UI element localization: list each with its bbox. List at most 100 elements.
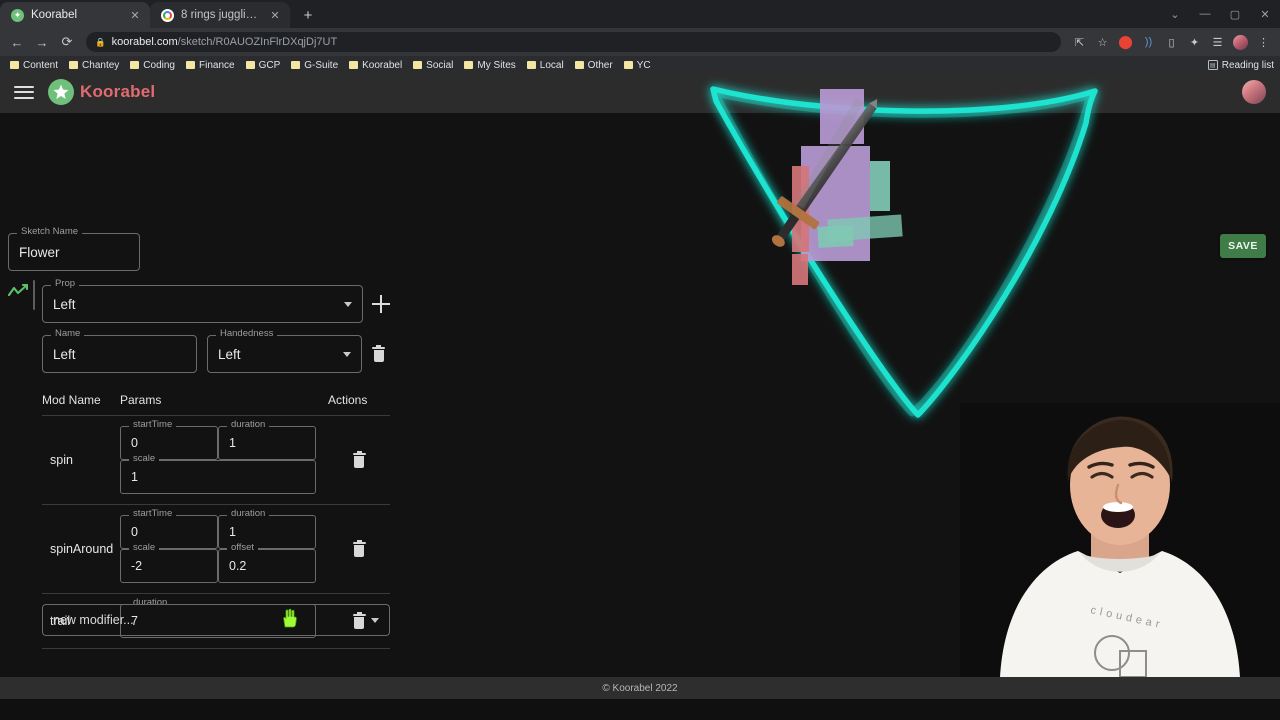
folder-icon — [185, 61, 195, 69]
prop-name-field[interactable]: Name Left — [42, 329, 197, 373]
tab-strip: Koorabel ✕ 8 rings juggling - Google Sea… — [0, 0, 1280, 28]
prop-name-input[interactable]: Left — [53, 347, 76, 362]
prop-panel: Prop Left Name Left Handedness Left Mod … — [42, 279, 390, 649]
bookmark-label: My Sites — [477, 59, 516, 71]
param-scale[interactable]: scale 1 — [120, 454, 316, 494]
bookmark-label: Chantey — [82, 59, 120, 71]
param-offset[interactable]: offset 0.2 — [218, 543, 316, 583]
folder-icon — [291, 61, 301, 69]
tab-koorabel[interactable]: Koorabel ✕ — [0, 2, 150, 28]
browser-window: Koorabel ✕ 8 rings juggling - Google Sea… — [0, 0, 1280, 720]
close-icon[interactable]: ✕ — [1250, 0, 1280, 28]
modifier-params: startTime 0 duration 1 scale 1 — [120, 420, 328, 494]
header-params: Params — [120, 393, 162, 407]
bookmark-item[interactable]: YC — [620, 60, 658, 71]
folder-icon — [526, 61, 536, 69]
list-icon[interactable]: ☰ — [1207, 32, 1228, 53]
param-input[interactable]: 0 — [131, 525, 138, 539]
param-input[interactable]: 0 — [131, 436, 138, 450]
address-bar[interactable]: 🔒 koorabel.com/sketch/R0AUOZInFlrDXqjDj7… — [86, 32, 1061, 52]
delete-prop-button[interactable] — [372, 345, 385, 362]
minimize-icon[interactable]: — — [1190, 0, 1220, 28]
sketch-name-label: Sketch Name — [17, 227, 83, 237]
prop-select-value: Left — [53, 296, 76, 312]
bookmark-item[interactable]: Local — [523, 60, 571, 71]
bookmark-item[interactable]: Koorabel — [345, 60, 409, 71]
cast-icon[interactable]: )) — [1138, 32, 1159, 53]
save-button[interactable]: SAVE — [1220, 234, 1266, 258]
param-scale[interactable]: scale -2 — [120, 543, 218, 583]
page-footer: © Koorabel 2022 — [0, 677, 1280, 699]
extension-pill-icon[interactable]: ▯ — [1161, 32, 1182, 53]
bookmark-item[interactable]: Coding — [126, 60, 182, 71]
new-modifier-select[interactable]: new modifier... — [42, 604, 390, 636]
param-duration[interactable]: duration 1 — [218, 420, 316, 460]
pointing-hand-cursor — [280, 608, 298, 628]
prop-name-label: Name — [51, 329, 85, 339]
param-input[interactable]: 1 — [229, 436, 236, 450]
modifier-name: spinAround — [50, 542, 114, 556]
chevron-down-icon[interactable] — [371, 617, 379, 623]
reading-list-button[interactable]: ▤ Reading list — [1207, 59, 1274, 71]
bookmark-label: GCP — [258, 59, 281, 71]
back-icon[interactable]: ← — [6, 31, 28, 53]
param-input[interactable]: 1 — [131, 470, 138, 484]
bookmark-item[interactable]: Content — [6, 60, 65, 71]
handedness-value: Left — [218, 346, 241, 362]
handedness-select[interactable]: Handedness Left — [207, 329, 362, 373]
bookmark-item[interactable]: Chantey — [65, 60, 126, 71]
puzzle-extension-icon[interactable]: ✦ — [1184, 32, 1205, 53]
footer-strip — [0, 699, 1280, 720]
sketch-name-field[interactable]: Sketch Name Flower — [8, 227, 140, 271]
profile-avatar-icon[interactable] — [1230, 32, 1251, 53]
param-label: scale — [129, 543, 160, 553]
tab-google-search[interactable]: 8 rings juggling - Google Search ✕ — [150, 2, 290, 28]
delete-modifier-button[interactable] — [352, 540, 366, 557]
bookmark-item[interactable]: Other — [571, 60, 620, 71]
reload-icon[interactable]: ⟳ — [56, 31, 78, 53]
close-icon[interactable]: ✕ — [268, 8, 282, 22]
sketch-name-input[interactable]: Flower — [19, 245, 60, 260]
chevron-down-icon[interactable] — [343, 351, 351, 357]
hamburger-menu-icon[interactable] — [14, 85, 34, 99]
modifier-name: spin — [50, 453, 73, 467]
google-icon — [161, 8, 174, 22]
brand-name: Koorabel — [80, 82, 156, 101]
folder-icon — [623, 61, 633, 69]
param-label: startTime — [129, 420, 177, 430]
folder-icon — [10, 61, 19, 69]
modifier-row-spin: spin startTime 0 duration 1 scale 1 — [42, 416, 390, 505]
add-prop-button[interactable] — [372, 295, 390, 313]
new-tab-button[interactable]: + — [295, 2, 321, 28]
sketch-editor: Sketch Name Flower SAVE Prop Left Name L… — [0, 113, 1280, 720]
folder-icon — [413, 61, 423, 69]
forward-icon[interactable]: → — [31, 31, 53, 53]
delete-modifier-button[interactable] — [352, 451, 366, 468]
param-input[interactable]: 1 — [229, 525, 236, 539]
url-path: /sketch/R0AUOZInFlrDXqjDj7UT — [177, 36, 338, 48]
recording-icon[interactable]: ⬤ — [1115, 32, 1136, 53]
share-icon[interactable]: ⇱ — [1069, 32, 1090, 53]
modifier-actions — [328, 540, 390, 557]
maximize-icon[interactable]: ▢ — [1220, 0, 1250, 28]
bookmark-item[interactable]: Finance — [182, 60, 242, 71]
param-input[interactable]: 0.2 — [229, 559, 246, 573]
bookmark-item[interactable]: G-Suite — [287, 60, 345, 71]
prop-select-label: Prop — [51, 279, 80, 289]
prop-select-row: Prop Left — [42, 279, 390, 323]
trend-chart-icon[interactable] — [7, 283, 29, 301]
bookmark-star-icon[interactable]: ☆ — [1092, 32, 1113, 53]
bookmark-item[interactable]: GCP — [242, 60, 288, 71]
chevron-down-icon[interactable] — [344, 301, 352, 307]
param-input[interactable]: -2 — [131, 559, 142, 573]
prop-select[interactable]: Prop Left — [42, 279, 363, 323]
handedness-label: Handedness — [216, 329, 278, 339]
bookmark-item[interactable]: Social — [409, 60, 460, 71]
kebab-menu-icon[interactable]: ⋮ — [1253, 32, 1274, 53]
reading-list-label: Reading list — [1221, 59, 1274, 71]
bookmark-label: Social — [426, 59, 454, 71]
bookmark-item[interactable]: My Sites — [460, 60, 522, 71]
reading-list-icon: ▤ — [1207, 60, 1218, 70]
chevron-down-icon[interactable]: ⌄ — [1160, 0, 1190, 28]
close-icon[interactable]: ✕ — [128, 8, 142, 22]
